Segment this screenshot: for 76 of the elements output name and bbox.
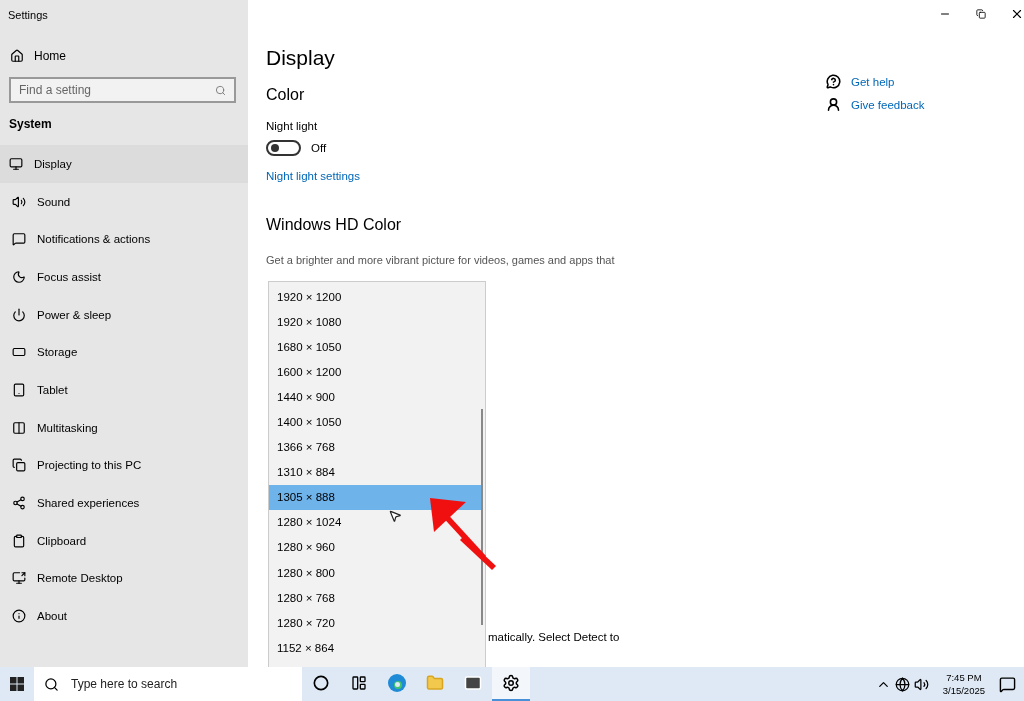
- dropdown-option[interactable]: 1280 × 720: [269, 610, 482, 636]
- sidebar-item[interactable]: Projecting to this PC: [0, 446, 248, 485]
- share-icon: [12, 496, 26, 511]
- help-link[interactable]: Get help: [851, 75, 895, 88]
- taskbar-search-box[interactable]: Type here to search: [34, 667, 302, 701]
- clipboard-icon: [12, 533, 26, 548]
- dropdown-option[interactable]: 1280 × 768: [269, 585, 482, 611]
- sidebar-item[interactable]: Remote Desktop: [0, 559, 248, 598]
- moon-icon: [12, 269, 26, 284]
- sidebar-item[interactable]: Shared experiences: [0, 484, 248, 522]
- sidebar-item[interactable]: Notifications & actions: [0, 220, 248, 259]
- restore-icon: [975, 9, 986, 19]
- settings-icon: [502, 674, 520, 692]
- power-icon: [12, 307, 26, 322]
- sidebar-item[interactable]: Power & sleep: [0, 295, 248, 334]
- help-bubble-icon: [826, 74, 841, 89]
- person-icon: [826, 97, 841, 112]
- search-box[interactable]: Find a setting: [9, 77, 236, 103]
- task-view-icon: [351, 675, 367, 691]
- sidebar-item[interactable]: Multitasking: [0, 408, 248, 447]
- taskbar-app-button[interactable]: [492, 667, 530, 701]
- search-icon: [44, 676, 59, 692]
- remote-screen-icon: [12, 571, 26, 586]
- toggle-state: Off: [311, 142, 327, 154]
- folder-icon: [426, 674, 444, 692]
- columns-icon: [12, 420, 26, 435]
- sidebar-item[interactable]: Tablet: [0, 371, 248, 409]
- section-heading: Color: [266, 86, 306, 105]
- sidebar-item[interactable]: Storage: [0, 333, 248, 372]
- speech-bubble-icon: [12, 232, 26, 247]
- dropdown-option[interactable]: 1680 × 1050: [269, 334, 482, 360]
- sidebar-item[interactable]: Sound: [0, 182, 248, 221]
- window-title: Settings: [7, 8, 49, 23]
- dropdown-option[interactable]: 1400 × 1050: [269, 409, 482, 435]
- description-text: matically. Select Detect to: [487, 631, 621, 643]
- circle-icon: [313, 675, 329, 691]
- sidebar-item[interactable]: Clipboard: [0, 521, 248, 560]
- dropdown-option[interactable]: 1152 × 864: [269, 635, 482, 661]
- dropdown-option[interactable]: 1310 × 884: [269, 459, 482, 485]
- notification-icon[interactable]: [999, 675, 1016, 693]
- scroll-bar[interactable]: [481, 409, 483, 625]
- speaker-icon: [12, 194, 26, 209]
- globe-icon[interactable]: [894, 676, 910, 692]
- sidebar-item[interactable]: Display: [0, 145, 248, 183]
- speaker-icon[interactable]: [913, 676, 929, 692]
- description-text: Get a brighter and more vibrant picture for videos, games and apps that: [266, 254, 616, 266]
- toggle-switch[interactable]: [266, 140, 301, 156]
- taskbar-search-input[interactable]: Type here to search: [69, 676, 228, 692]
- page-title: Display: [266, 46, 336, 71]
- home-link[interactable]: Home: [0, 31, 248, 63]
- sidebar-item[interactable]: Focus assist: [0, 258, 248, 296]
- monitor-icon: [9, 156, 23, 171]
- dropdown-option[interactable]: 1280 × 1024: [269, 509, 482, 535]
- setting-label: Night light: [266, 120, 319, 132]
- help-link[interactable]: Give feedback: [851, 98, 925, 111]
- info-icon: [12, 609, 26, 624]
- dropdown-option[interactable]: 1920 × 1200: [269, 284, 482, 310]
- dropdown-option[interactable]: 1366 × 768: [269, 434, 482, 460]
- dropdown-option[interactable]: 1280 × 800: [269, 560, 482, 586]
- dropdown-option[interactable]: 1280 × 960: [269, 534, 482, 561]
- sidebar-item[interactable]: About: [0, 597, 248, 635]
- dropdown-option[interactable]: 1305 × 888: [269, 484, 482, 510]
- search-field[interactable]: Find a setting: [19, 79, 215, 101]
- tablet-icon: [12, 382, 26, 397]
- windows-logo-icon: [10, 677, 24, 691]
- clock[interactable]: 7:45 PM 3/15/2025: [932, 671, 995, 697]
- section-heading: Windows HD Color: [266, 216, 403, 235]
- dropdown-option[interactable]: 1600 × 1200: [269, 359, 482, 385]
- section-heading: System: [8, 116, 53, 133]
- overlapping-screens-icon: [12, 458, 26, 473]
- dropdown-option[interactable]: 1920 × 1080: [269, 309, 482, 335]
- settings-link[interactable]: Night light settings: [266, 170, 360, 182]
- dropdown-option[interactable]: 1440 × 900: [269, 384, 482, 410]
- search-icon: [215, 84, 226, 96]
- home-icon: [10, 49, 24, 63]
- mouse-pointer-icon: [388, 509, 402, 523]
